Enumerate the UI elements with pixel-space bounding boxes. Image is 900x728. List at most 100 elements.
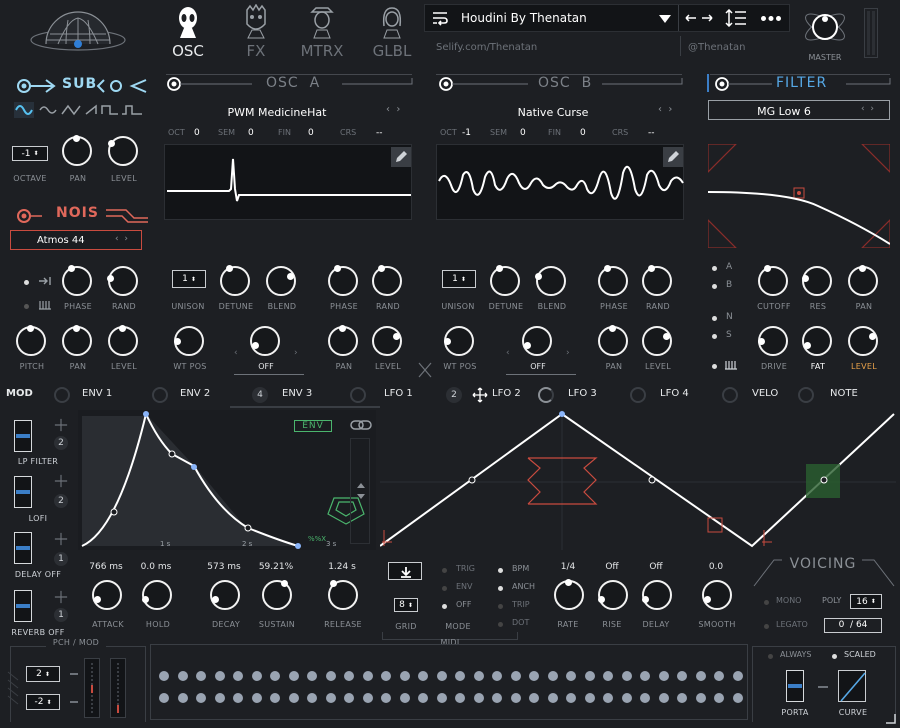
env-badge[interactable]: ENV — [294, 420, 332, 432]
sequencer-step[interactable] — [178, 671, 188, 681]
tab-env3[interactable]: ENV 3 — [282, 388, 312, 399]
sequencer-step[interactable] — [492, 671, 502, 681]
osc-a-phase-knob[interactable] — [328, 266, 358, 296]
filter-route-a-dot[interactable] — [712, 266, 717, 271]
sequencer-step[interactable] — [215, 671, 225, 681]
scaled-dot[interactable] — [832, 654, 837, 659]
sequencer-step[interactable] — [659, 693, 669, 703]
preset-name[interactable]: Houdini By Thenatan — [461, 11, 587, 25]
osc-a-crs-val[interactable]: -- — [376, 128, 383, 138]
lfo4-ring-icon[interactable] — [630, 387, 646, 403]
sequencer-step[interactable] — [400, 671, 410, 681]
osc-a-fin-val[interactable]: 0 — [308, 128, 314, 138]
sequencer-step[interactable] — [344, 671, 354, 681]
sub-pan-knob[interactable] — [62, 136, 92, 166]
tab-mtrx[interactable]: MTRX — [300, 4, 344, 60]
envelope-graph[interactable]: 1 s 2 s 3 s %%X ENV — [78, 410, 376, 550]
osc-b-wave-display[interactable] — [436, 144, 684, 220]
lfo-delay-knob[interactable] — [642, 580, 672, 610]
voicing-mono-dot[interactable] — [764, 600, 769, 605]
bars-icon[interactable] — [724, 360, 738, 370]
osc-b-wavetable-name[interactable]: Native Curse — [478, 106, 628, 119]
sequencer-step[interactable] — [196, 671, 206, 681]
lfo-rate-knob[interactable] — [554, 580, 584, 610]
sequencer-step[interactable] — [677, 671, 687, 681]
filter-bars-dot[interactable] — [712, 364, 717, 369]
resize-handle-icon[interactable] — [884, 712, 896, 724]
filter-prev-next-icon[interactable]: ‹ › — [861, 104, 874, 114]
sequencer-step[interactable] — [381, 693, 391, 703]
filter-res-knob[interactable] — [802, 266, 832, 296]
velo-ring-icon[interactable] — [722, 387, 738, 403]
sequencer-step[interactable] — [659, 671, 669, 681]
author-link[interactable]: Selify.com/Thenatan — [436, 42, 537, 53]
osc-b-detune-knob[interactable] — [490, 266, 520, 296]
sequencer-step[interactable] — [233, 693, 243, 703]
filter-level-knob[interactable] — [848, 326, 878, 356]
noise-prev-next-icon[interactable]: ‹ › — [115, 234, 128, 244]
voicing-legato-dot[interactable] — [764, 624, 769, 629]
noise-pan-knob[interactable] — [62, 326, 92, 356]
filter-fat-knob[interactable] — [802, 326, 832, 356]
sequencer-step[interactable] — [566, 671, 576, 681]
noise-preset-selector[interactable]: Atmos 44 ‹ › — [10, 230, 142, 250]
sequencer-step[interactable] — [529, 693, 539, 703]
sequencer-step[interactable] — [437, 671, 447, 681]
sequencer-step[interactable] — [566, 693, 576, 703]
osc-b-crs-val[interactable]: -- — [648, 128, 655, 138]
lfo-delay-value[interactable]: Off — [636, 562, 676, 572]
osc-a-rand-knob[interactable] — [372, 266, 402, 296]
sequencer-step[interactable] — [363, 693, 373, 703]
sequencer-step[interactable] — [418, 693, 428, 703]
sequencer-step[interactable] — [196, 693, 206, 703]
sequencer-step[interactable] — [159, 693, 169, 703]
osc-a-warp-knob[interactable] — [250, 326, 280, 356]
filter-route-b-dot[interactable] — [712, 284, 717, 289]
filter-cutoff-knob[interactable] — [758, 266, 788, 296]
sequencer-step[interactable] — [363, 671, 373, 681]
sequencer-step[interactable] — [696, 671, 706, 681]
sequencer-step[interactable] — [307, 693, 317, 703]
link-x-icon[interactable] — [418, 362, 432, 378]
env-hold-value[interactable]: 0.0 ms — [128, 562, 184, 572]
sequencer-step[interactable] — [178, 693, 188, 703]
tab-env2[interactable]: ENV 2 — [180, 388, 210, 399]
fx-slot-lp-filter[interactable] — [14, 420, 32, 452]
env3-count-badge[interactable]: 4 — [252, 387, 268, 403]
lfo3-ring-icon[interactable] — [538, 387, 554, 403]
lfo-rise-knob[interactable] — [598, 580, 628, 610]
env-attack-value[interactable]: 766 ms — [78, 562, 134, 572]
sequencer-step[interactable] — [733, 671, 743, 681]
osc-b-sem-val[interactable]: 0 — [520, 128, 526, 138]
osc-a-detune-knob[interactable] — [220, 266, 250, 296]
sequencer-step[interactable] — [455, 693, 465, 703]
move-icon[interactable] — [54, 590, 68, 604]
wrap-icon[interactable] — [431, 10, 449, 26]
env-decay-knob[interactable] — [210, 580, 240, 610]
noise-option-dot[interactable] — [24, 280, 29, 285]
pitch-up-spinner[interactable]: 2⬍ — [26, 666, 60, 682]
author-handle[interactable]: @Thenatan — [688, 42, 745, 53]
move-icon[interactable] — [54, 474, 68, 488]
lfo-bpm-dot[interactable] — [498, 568, 503, 573]
noise-level-knob[interactable] — [108, 326, 138, 356]
waveform-selector-icons[interactable] — [14, 102, 146, 118]
osc-a-oct-val[interactable]: 0 — [194, 128, 200, 138]
porta-slider[interactable] — [786, 670, 804, 702]
sequencer-step[interactable] — [159, 671, 169, 681]
noise-rand-knob[interactable] — [108, 266, 138, 296]
mod-wheel[interactable] — [110, 658, 126, 718]
sequencer-step[interactable] — [289, 693, 299, 703]
more-icon[interactable] — [761, 16, 781, 21]
env-decay-value[interactable]: 573 ms — [196, 562, 252, 572]
lfo-rate-value[interactable]: 1/4 — [548, 562, 588, 572]
pitch-wheel[interactable] — [84, 658, 100, 718]
lfo-rise-value[interactable]: Off — [592, 562, 632, 572]
lfo-trig-dot[interactable] — [442, 568, 447, 573]
env2-ring-icon[interactable] — [152, 387, 168, 403]
sequencer-step[interactable] — [696, 693, 706, 703]
sequencer-step[interactable] — [511, 671, 521, 681]
sequencer-step[interactable] — [233, 671, 243, 681]
arrow-right-bar-icon[interactable] — [38, 276, 52, 286]
tab-lfo4[interactable]: LFO 4 — [660, 388, 689, 399]
